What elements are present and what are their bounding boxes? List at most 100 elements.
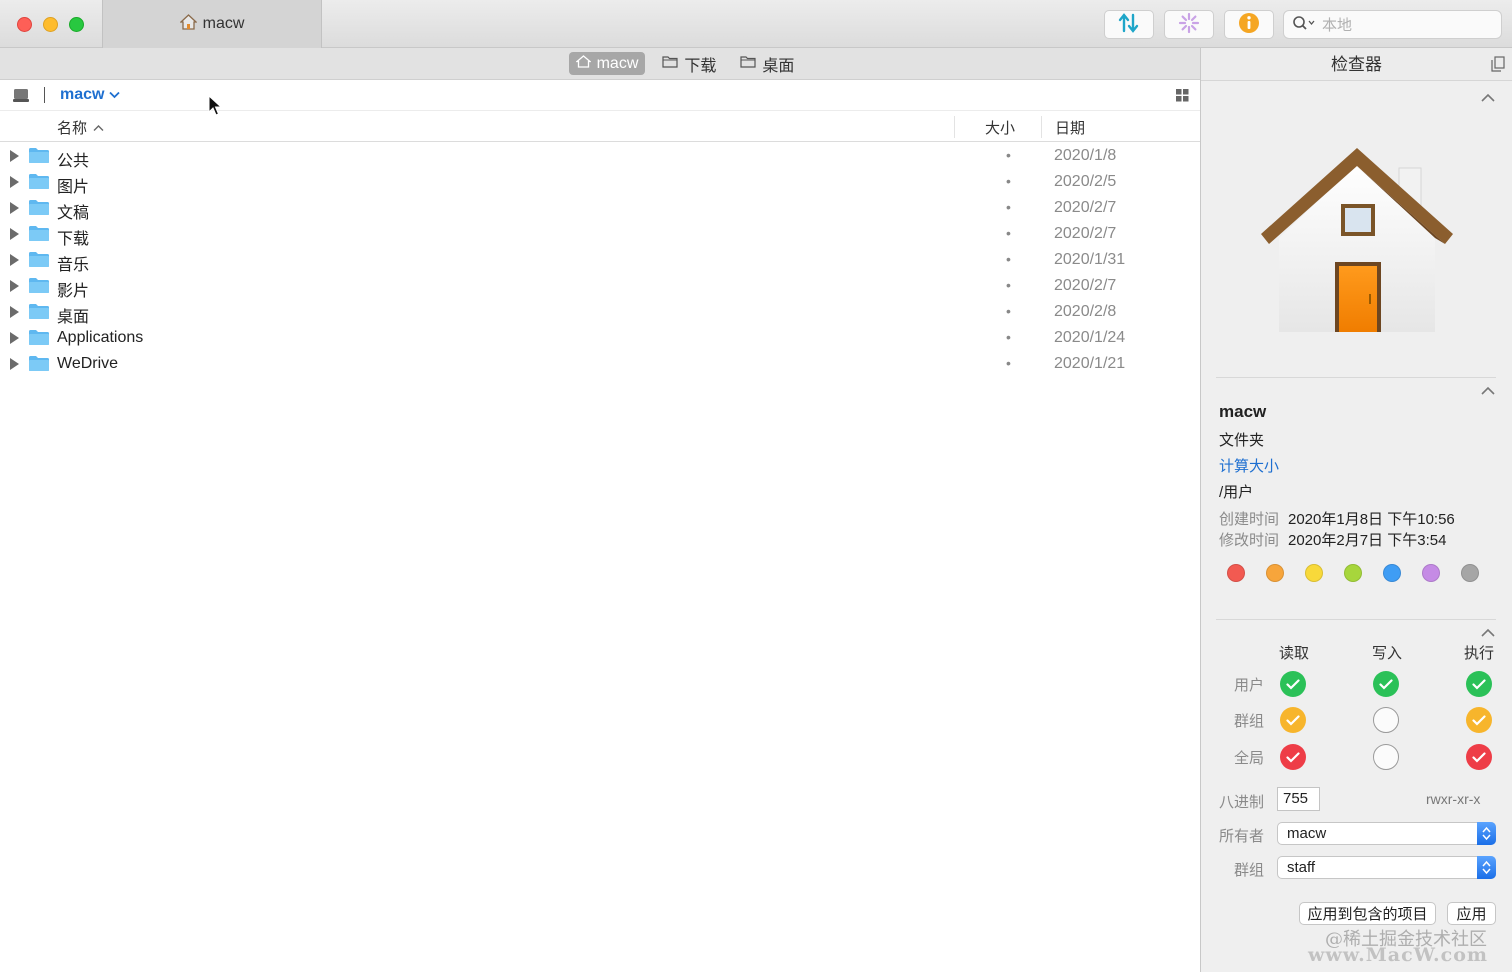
copy-icon[interactable] xyxy=(1491,56,1505,76)
zoom-window-button[interactable] xyxy=(69,17,84,32)
inspector-panel: 检查器 macw 文件夹 计算大小 /用户 创建时间 2020年1月8日 下午1… xyxy=(1200,48,1512,972)
column-divider[interactable] xyxy=(954,116,955,138)
close-window-button[interactable] xyxy=(17,17,32,32)
column-divider[interactable] xyxy=(1041,116,1042,138)
file-date: 2020/2/5 xyxy=(1054,173,1117,190)
documents-folder-icon xyxy=(28,199,50,221)
sync-button[interactable] xyxy=(1104,10,1154,39)
search-field[interactable]: 本地 xyxy=(1283,10,1502,39)
permission-checkbox[interactable] xyxy=(1466,671,1492,697)
column-name-header[interactable]: 名称 xyxy=(57,117,104,138)
file-size: • xyxy=(1006,329,1011,345)
disclosure-triangle-icon[interactable] xyxy=(10,176,19,188)
path-bar: macw 下载 桌面 xyxy=(0,48,1200,80)
permission-checkbox[interactable] xyxy=(1373,671,1399,697)
crumb-downloads[interactable]: 下载 xyxy=(655,52,723,75)
folder-icon xyxy=(28,355,50,377)
modified-value: 2020年2月7日 下午3:54 xyxy=(1288,532,1447,549)
window-tab[interactable]: macw xyxy=(102,0,322,48)
location-separator xyxy=(44,87,45,103)
group-select[interactable]: staff xyxy=(1277,856,1496,879)
color-tag-4[interactable] xyxy=(1383,564,1401,582)
permission-checkbox[interactable] xyxy=(1280,744,1306,770)
permission-checkbox[interactable] xyxy=(1373,707,1399,733)
location-dropdown[interactable]: macw xyxy=(60,86,121,104)
search-placeholder: 本地 xyxy=(1322,17,1353,34)
disclosure-triangle-icon[interactable] xyxy=(10,280,19,292)
color-tag-0[interactable] xyxy=(1227,564,1245,582)
disclosure-triangle-icon[interactable] xyxy=(10,202,19,214)
desktop-folder-icon xyxy=(28,303,50,325)
location-bar: macw xyxy=(0,80,1200,111)
table-row[interactable]: 公共 • 2020/1/8 xyxy=(0,143,1200,170)
table-row[interactable]: 音乐 • 2020/1/31 xyxy=(0,247,1200,274)
public-folder-icon xyxy=(28,147,50,169)
color-tag-1[interactable] xyxy=(1266,564,1284,582)
crumb-macw[interactable]: macw xyxy=(568,52,646,75)
permission-execute-header: 执行 xyxy=(1464,645,1495,662)
file-name: 音乐 xyxy=(57,257,90,274)
table-row[interactable]: 文稿 • 2020/2/7 xyxy=(0,195,1200,222)
item-path: /用户 xyxy=(1219,484,1254,501)
owner-select[interactable]: macw xyxy=(1277,822,1496,845)
file-date: 2020/2/7 xyxy=(1054,199,1117,216)
table-row[interactable]: WeDrive • 2020/1/21 xyxy=(0,351,1200,377)
collapse-permissions-icon[interactable] xyxy=(1481,625,1495,637)
created-value: 2020年1月8日 下午10:56 xyxy=(1288,511,1455,528)
permission-row-label: 全局 xyxy=(1234,750,1265,767)
disclosure-triangle-icon[interactable] xyxy=(10,150,19,162)
file-date: 2020/2/8 xyxy=(1054,303,1117,320)
permission-checkbox[interactable] xyxy=(1466,744,1492,770)
column-header: 名称 大小 日期 xyxy=(0,111,1200,142)
spinner-icon xyxy=(1178,12,1200,38)
table-row[interactable]: 下载 • 2020/2/7 xyxy=(0,221,1200,248)
permission-checkbox[interactable] xyxy=(1280,707,1306,733)
minimize-window-button[interactable] xyxy=(43,17,58,32)
transfer-arrows-icon xyxy=(1117,12,1141,37)
activity-button[interactable] xyxy=(1164,10,1214,39)
checkmark-icon xyxy=(1472,714,1486,726)
column-date-header[interactable]: 日期 xyxy=(1055,117,1085,138)
disclosure-triangle-icon[interactable] xyxy=(10,228,19,240)
table-row[interactable]: 影片 • 2020/2/7 xyxy=(0,273,1200,300)
applications-folder-icon xyxy=(28,329,50,351)
grid-view-icon[interactable] xyxy=(1176,89,1189,106)
file-size: • xyxy=(1006,225,1011,241)
octal-input[interactable]: 755 xyxy=(1277,787,1320,811)
apply-button[interactable]: 应用 xyxy=(1447,902,1496,925)
info-button[interactable] xyxy=(1224,10,1274,39)
octal-label: 八进制 xyxy=(1219,794,1265,811)
disclosure-triangle-icon[interactable] xyxy=(10,358,19,370)
file-size: • xyxy=(1006,173,1011,189)
permission-checkbox[interactable] xyxy=(1373,744,1399,770)
stepper-arrows-icon xyxy=(1477,856,1496,879)
permission-row-label: 用户 xyxy=(1234,677,1265,694)
movies-folder-icon xyxy=(28,277,50,299)
file-name: 影片 xyxy=(57,283,90,300)
disclosure-triangle-icon[interactable] xyxy=(10,254,19,266)
calculate-size-link[interactable]: 计算大小 xyxy=(1219,455,1279,476)
table-row[interactable]: 图片 • 2020/2/5 xyxy=(0,169,1200,196)
crumb-desktop[interactable]: 桌面 xyxy=(733,52,801,75)
table-row[interactable]: 桌面 • 2020/2/8 xyxy=(0,299,1200,326)
color-tag-6[interactable] xyxy=(1461,564,1479,582)
disclosure-triangle-icon[interactable] xyxy=(10,306,19,318)
color-tag-2[interactable] xyxy=(1305,564,1323,582)
file-date: 2020/2/7 xyxy=(1054,225,1117,242)
column-size-header[interactable]: 大小 xyxy=(985,117,1015,138)
collapse-info-icon[interactable] xyxy=(1481,383,1495,395)
permission-checkbox[interactable] xyxy=(1466,707,1492,733)
checkmark-icon xyxy=(1379,678,1393,690)
permission-checkbox[interactable] xyxy=(1280,671,1306,697)
drive-icon[interactable] xyxy=(12,88,30,107)
disclosure-triangle-icon[interactable] xyxy=(10,332,19,344)
file-name: 公共 xyxy=(57,153,90,170)
table-row[interactable]: Applications • 2020/1/24 xyxy=(0,325,1200,351)
collapse-preview-icon[interactable] xyxy=(1481,90,1495,102)
apply-to-enclosed-button[interactable]: 应用到包含的项目 xyxy=(1299,902,1436,925)
checkmark-icon xyxy=(1286,714,1300,726)
color-tag-3[interactable] xyxy=(1344,564,1362,582)
info-icon xyxy=(1238,12,1260,38)
color-tag-5[interactable] xyxy=(1422,564,1440,582)
owner-label: 所有者 xyxy=(1219,828,1265,845)
